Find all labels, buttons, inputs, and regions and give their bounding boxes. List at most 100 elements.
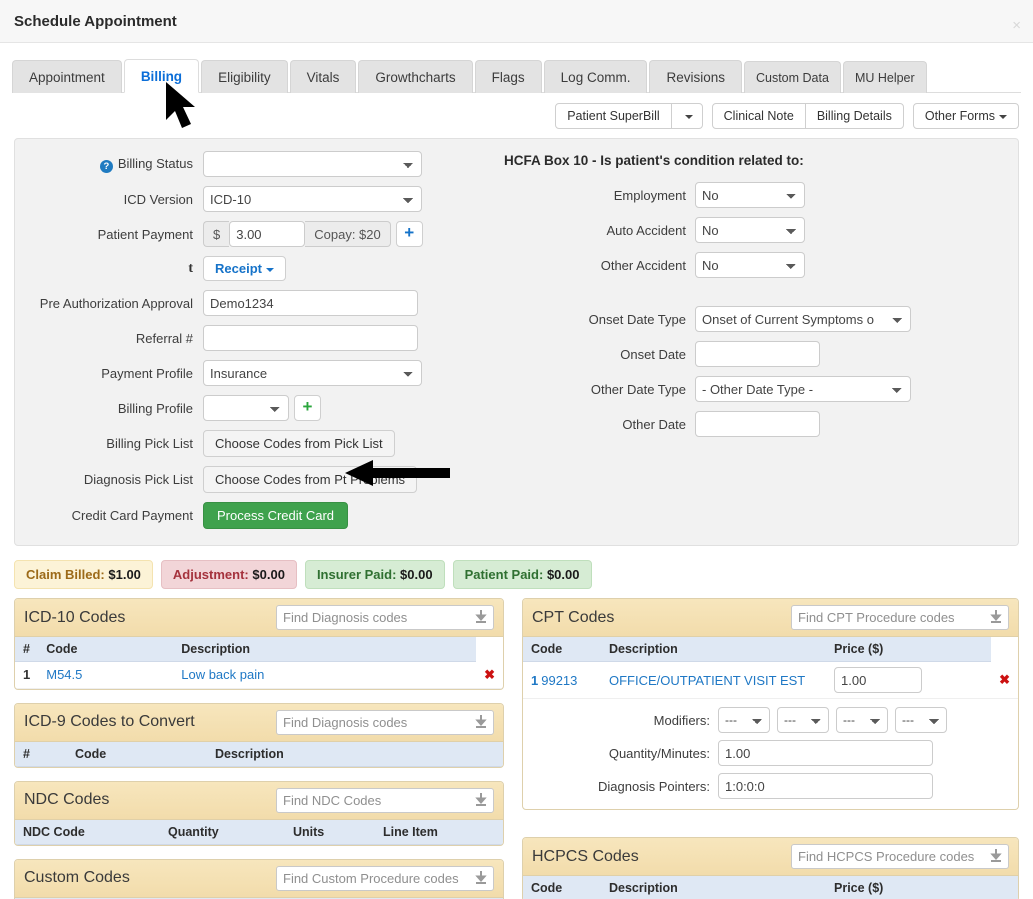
ndc-codes-panel: NDC Codes NDC Code Quantity Units Line I… xyxy=(14,780,504,846)
employment-select[interactable]: No xyxy=(695,182,805,208)
modifier-1-select[interactable]: --- xyxy=(718,707,770,733)
col-line-item: Line Item xyxy=(375,819,503,845)
icd9-search xyxy=(276,709,494,735)
billing-pick-list-label: Billing Pick List xyxy=(106,436,193,451)
col-num: # xyxy=(15,741,67,767)
superbill-dropdown-toggle[interactable] xyxy=(670,103,703,129)
field-employment: Employment No xyxy=(495,182,1018,208)
cpt-table: Code Description Price ($) 1 99213 OFFICE… xyxy=(523,637,1018,699)
field-billing-pick-list: Billing Pick List Choose Codes from Pick… xyxy=(15,430,485,457)
choose-codes-pick-list-button[interactable]: Choose Codes from Pick List xyxy=(203,430,395,457)
onset-date-type-select[interactable]: Onset of Current Symptoms o xyxy=(695,306,911,332)
other-date-input[interactable] xyxy=(695,411,820,437)
modifier-4-select[interactable]: --- xyxy=(895,707,947,733)
tab-growthcharts[interactable]: Growthcharts xyxy=(358,60,473,93)
col-units: Units xyxy=(285,819,375,845)
field-other-date: Other Date xyxy=(495,411,1018,437)
cpt-price-input[interactable] xyxy=(834,667,922,693)
tab-log-comm[interactable]: Log Comm. xyxy=(543,60,648,93)
help-icon[interactable]: ? xyxy=(99,159,113,173)
clinical-note-button[interactable]: Clinical Note xyxy=(711,103,806,129)
billing-status-label: ? Billing Status xyxy=(15,156,203,173)
receipt-dropdown-button[interactable]: Receipt xyxy=(203,256,286,281)
add-payment-button[interactable]: + xyxy=(395,221,423,247)
hcfa-column: HCFA Box 10 - Is patient's condition rel… xyxy=(485,151,1018,529)
icd10-search xyxy=(276,605,494,630)
other-accident-select[interactable]: No xyxy=(695,252,805,278)
claim-billed-amount: $1.00 xyxy=(108,567,141,582)
hcpcs-panel-title: HCPCS Codes xyxy=(532,847,639,865)
custom-codes-panel: Custom Codes Code Description Price ($) xyxy=(14,858,504,899)
referral-input[interactable] xyxy=(203,325,418,351)
table-header-row: # Code Description xyxy=(15,741,503,767)
tab-appointment[interactable]: Appointment xyxy=(12,60,122,93)
status-badge-patient-paid: Patient Paid: $0.00 xyxy=(452,560,592,589)
cpt-row-description[interactable]: OFFICE/OUTPATIENT VISIT EST xyxy=(601,661,826,699)
forms-toolbar: Patient SuperBill Clinical Note Billing … xyxy=(14,102,1019,130)
icd9-search-input[interactable] xyxy=(276,709,494,735)
tab-vitals[interactable]: Vitals xyxy=(289,60,357,93)
cpt-row-code-cell[interactable]: 1 99213 xyxy=(523,661,601,699)
tab-custom-data[interactable]: Custom Data xyxy=(743,61,841,93)
patient-superbill-button[interactable]: Patient SuperBill xyxy=(555,103,672,129)
auto-accident-select[interactable]: No xyxy=(695,217,805,243)
hcpcs-search xyxy=(791,844,1009,869)
delete-icon[interactable]: ✖ xyxy=(999,672,1010,687)
right-codes-column: CPT Codes Code Description Price ($) 199… xyxy=(522,598,1019,899)
other-date-type-select[interactable]: - Other Date Type - xyxy=(695,376,911,402)
icd10-row-description[interactable]: Low back pain xyxy=(173,661,477,689)
billing-profile-select[interactable] xyxy=(203,395,289,421)
other-forms-group: Other Forms xyxy=(912,103,1019,129)
col-num: # xyxy=(15,637,39,662)
tab-mu-helper[interactable]: MU Helper xyxy=(842,61,927,93)
process-credit-card-button[interactable]: Process Credit Card xyxy=(203,502,349,529)
ndc-panel-title: NDC Codes xyxy=(24,791,110,808)
choose-codes-pt-problems-button[interactable]: Choose Codes from Pt Problems xyxy=(203,466,418,493)
status-badge-claim-billed: Claim Billed: $1.00 xyxy=(14,560,153,589)
icd10-search-input[interactable] xyxy=(276,605,494,630)
cpt-search-input[interactable] xyxy=(791,605,1009,630)
table-row[interactable]: 199213 OFFICE/OUTPATIENT VISIT EST ✖ xyxy=(523,661,1018,699)
close-icon[interactable]: × xyxy=(1012,18,1021,33)
pre-auth-input[interactable] xyxy=(203,290,418,316)
icd9-codes-panel: ICD-9 Codes to Convert # Code Descriptio… xyxy=(14,702,504,768)
col-quantity: Quantity xyxy=(160,819,285,845)
field-other-accident: Other Accident No xyxy=(495,252,1018,278)
hcpcs-search-input[interactable] xyxy=(791,844,1009,869)
icd10-row-num: 1 xyxy=(15,661,39,689)
tab-revisions[interactable]: Revisions xyxy=(649,60,742,93)
col-price: Price ($) xyxy=(826,637,992,662)
payment-profile-select[interactable]: Insurance xyxy=(203,360,422,386)
onset-date-input[interactable] xyxy=(695,341,820,367)
patient-payment-input[interactable] xyxy=(229,221,306,247)
ndc-search-input[interactable] xyxy=(276,787,494,813)
icd10-row-code[interactable]: M54.5 xyxy=(38,661,174,689)
billing-details-button[interactable]: Billing Details xyxy=(804,103,904,129)
billing-status-select[interactable] xyxy=(203,151,422,177)
table-row[interactable]: 1 M54.5 Low back pain ✖ xyxy=(15,661,503,689)
quantity-input[interactable] xyxy=(718,740,933,766)
tab-eligibility[interactable]: Eligibility xyxy=(201,60,288,93)
auto-accident-label: Auto Accident xyxy=(606,222,687,238)
col-description: Description xyxy=(207,741,503,767)
patient-paid-label: Patient Paid: xyxy=(464,567,544,582)
delete-icon[interactable]: ✖ xyxy=(484,667,495,682)
cpt-quantity-row: Quantity/Minutes: xyxy=(533,740,1008,766)
tab-billing[interactable]: Billing xyxy=(123,59,200,93)
col-description: Description xyxy=(173,637,477,662)
left-codes-column: ICD-10 Codes # Code Description 1 M54.5 … xyxy=(14,598,504,899)
chevron-down-icon xyxy=(684,114,693,119)
diagnosis-pointers-input[interactable] xyxy=(718,773,933,799)
col-price: Price ($) xyxy=(826,876,1018,899)
field-payment-profile: Payment Profile Insurance xyxy=(15,360,485,386)
modifier-3-select[interactable]: --- xyxy=(836,707,888,733)
field-billing-status: ? Billing Status xyxy=(15,151,485,177)
adjustment-label: Adjustment: xyxy=(172,567,249,582)
icd-version-select[interactable]: ICD-10 xyxy=(203,186,422,212)
modifiers-label: Modifiers: xyxy=(653,712,710,728)
tab-flags[interactable]: Flags xyxy=(474,60,542,93)
add-billing-profile-button[interactable]: + xyxy=(294,395,321,421)
modifier-2-select[interactable]: --- xyxy=(777,707,829,733)
custom-search-input[interactable] xyxy=(276,865,494,891)
other-forms-button[interactable]: Other Forms xyxy=(912,103,1019,129)
